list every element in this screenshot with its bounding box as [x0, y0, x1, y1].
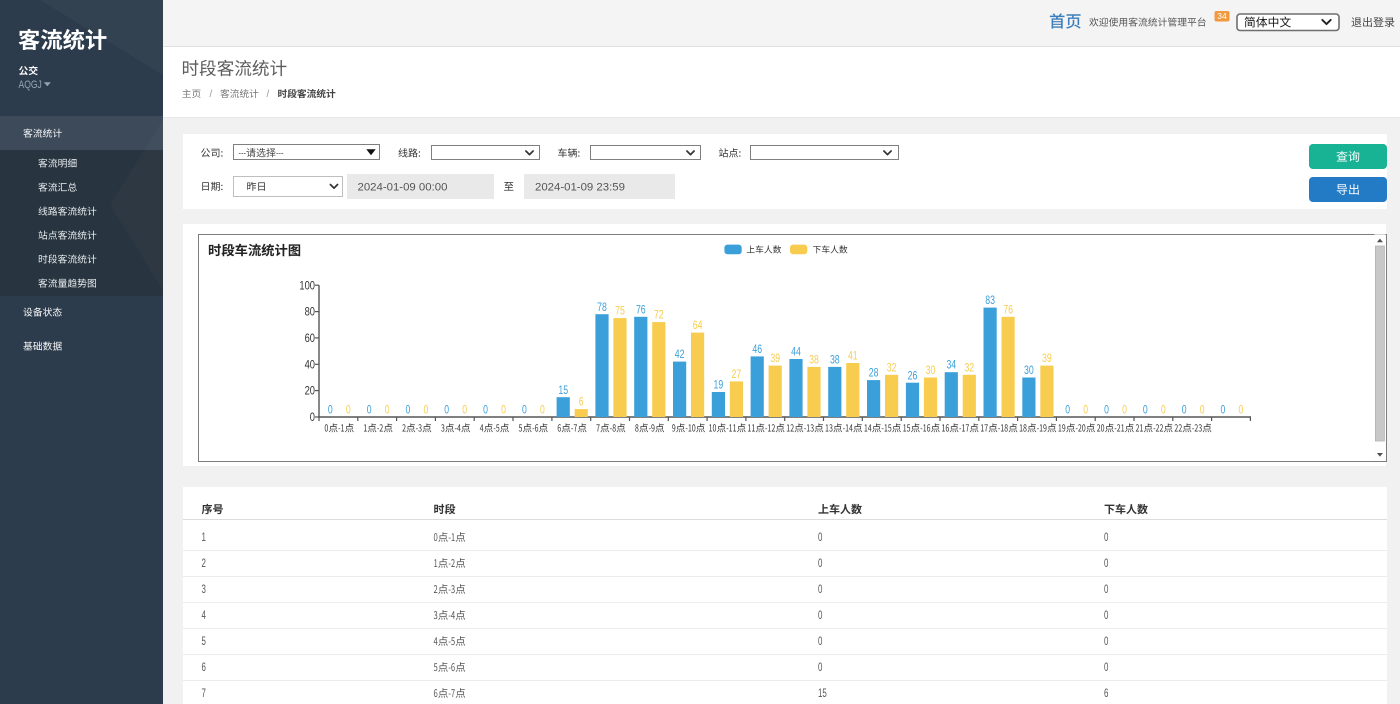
svg-text:/: / — [267, 89, 270, 100]
svg-text:0: 0 — [501, 403, 506, 417]
svg-text:20: 20 — [305, 386, 315, 398]
svg-text:30: 30 — [926, 363, 936, 377]
svg-text:7: 7 — [202, 688, 206, 700]
svg-text:75: 75 — [615, 304, 625, 318]
svg-text:6: 6 — [1104, 688, 1108, 700]
svg-text:0: 0 — [1122, 403, 1127, 417]
svg-text:26: 26 — [908, 368, 918, 382]
svg-text:1: 1 — [202, 532, 206, 544]
svg-text:30: 30 — [1024, 363, 1034, 377]
svg-text:0: 0 — [406, 403, 411, 417]
svg-text:64: 64 — [693, 318, 703, 332]
svg-text:0: 0 — [1143, 403, 1148, 417]
svg-text:41: 41 — [848, 349, 858, 363]
svg-text:0: 0 — [1104, 636, 1108, 648]
svg-text:0: 0 — [818, 584, 822, 596]
svg-text:46: 46 — [752, 342, 762, 356]
svg-text:0: 0 — [540, 403, 545, 417]
svg-text:40: 40 — [305, 359, 315, 371]
svg-text:3: 3 — [202, 584, 206, 596]
svg-text:2: 2 — [202, 558, 206, 570]
svg-text:0: 0 — [1104, 584, 1108, 596]
svg-text:19: 19 — [714, 378, 724, 392]
svg-text:28: 28 — [869, 366, 879, 380]
svg-text:0: 0 — [1104, 403, 1109, 417]
svg-text:39: 39 — [1042, 351, 1052, 365]
svg-text:0: 0 — [1065, 403, 1070, 417]
svg-text:38: 38 — [830, 353, 840, 367]
svg-text:AQGJ: AQGJ — [19, 79, 42, 91]
svg-text:2024-01-09 00:00: 2024-01-09 00:00 — [358, 181, 448, 193]
svg-text:0: 0 — [1221, 403, 1226, 417]
svg-text:6: 6 — [579, 395, 584, 409]
svg-text:76: 76 — [1003, 302, 1013, 316]
svg-text:0: 0 — [367, 403, 372, 417]
svg-text:27: 27 — [732, 367, 742, 381]
svg-text:32: 32 — [964, 360, 974, 374]
svg-text:0: 0 — [328, 403, 333, 417]
svg-text:0: 0 — [1161, 403, 1166, 417]
svg-text:5: 5 — [202, 636, 206, 648]
svg-text:0: 0 — [818, 532, 822, 544]
svg-text:2024-01-09 23:59: 2024-01-09 23:59 — [535, 181, 625, 193]
svg-text:0: 0 — [310, 412, 315, 424]
svg-text:78: 78 — [597, 300, 607, 314]
svg-text:0: 0 — [818, 662, 822, 674]
svg-text:0: 0 — [1182, 403, 1187, 417]
svg-text:42: 42 — [675, 347, 685, 361]
svg-text:0: 0 — [483, 403, 488, 417]
svg-text:0: 0 — [346, 403, 351, 417]
svg-text:76: 76 — [636, 302, 646, 316]
svg-text:0: 0 — [1104, 558, 1108, 570]
svg-text:4: 4 — [202, 610, 207, 622]
svg-text:34: 34 — [946, 358, 956, 372]
svg-text:0: 0 — [1104, 532, 1108, 544]
svg-text:39: 39 — [770, 351, 780, 365]
svg-text:0: 0 — [424, 403, 429, 417]
svg-text:0: 0 — [818, 636, 822, 648]
svg-text:/: / — [210, 89, 213, 100]
svg-text:100: 100 — [299, 280, 315, 292]
svg-text:0: 0 — [818, 558, 822, 570]
svg-text:0: 0 — [444, 403, 449, 417]
svg-text:0: 0 — [1104, 662, 1108, 674]
svg-text:15: 15 — [818, 688, 827, 700]
svg-text:32: 32 — [887, 360, 897, 374]
svg-text:0: 0 — [1104, 610, 1108, 622]
svg-text:0: 0 — [1200, 403, 1205, 417]
svg-text:80: 80 — [305, 307, 315, 319]
svg-text:6: 6 — [202, 662, 206, 674]
svg-text:83: 83 — [985, 293, 995, 307]
svg-text:60: 60 — [305, 333, 315, 345]
svg-text:44: 44 — [791, 345, 801, 359]
svg-text:72: 72 — [654, 308, 664, 322]
svg-text:38: 38 — [809, 353, 819, 367]
svg-text:15: 15 — [558, 383, 568, 397]
svg-text:0: 0 — [522, 403, 527, 417]
svg-text:0: 0 — [1083, 403, 1088, 417]
svg-text:0: 0 — [462, 403, 467, 417]
svg-text:34: 34 — [1217, 11, 1227, 21]
svg-text:0: 0 — [1239, 403, 1244, 417]
svg-text:0: 0 — [818, 610, 822, 622]
svg-text:0: 0 — [385, 403, 390, 417]
